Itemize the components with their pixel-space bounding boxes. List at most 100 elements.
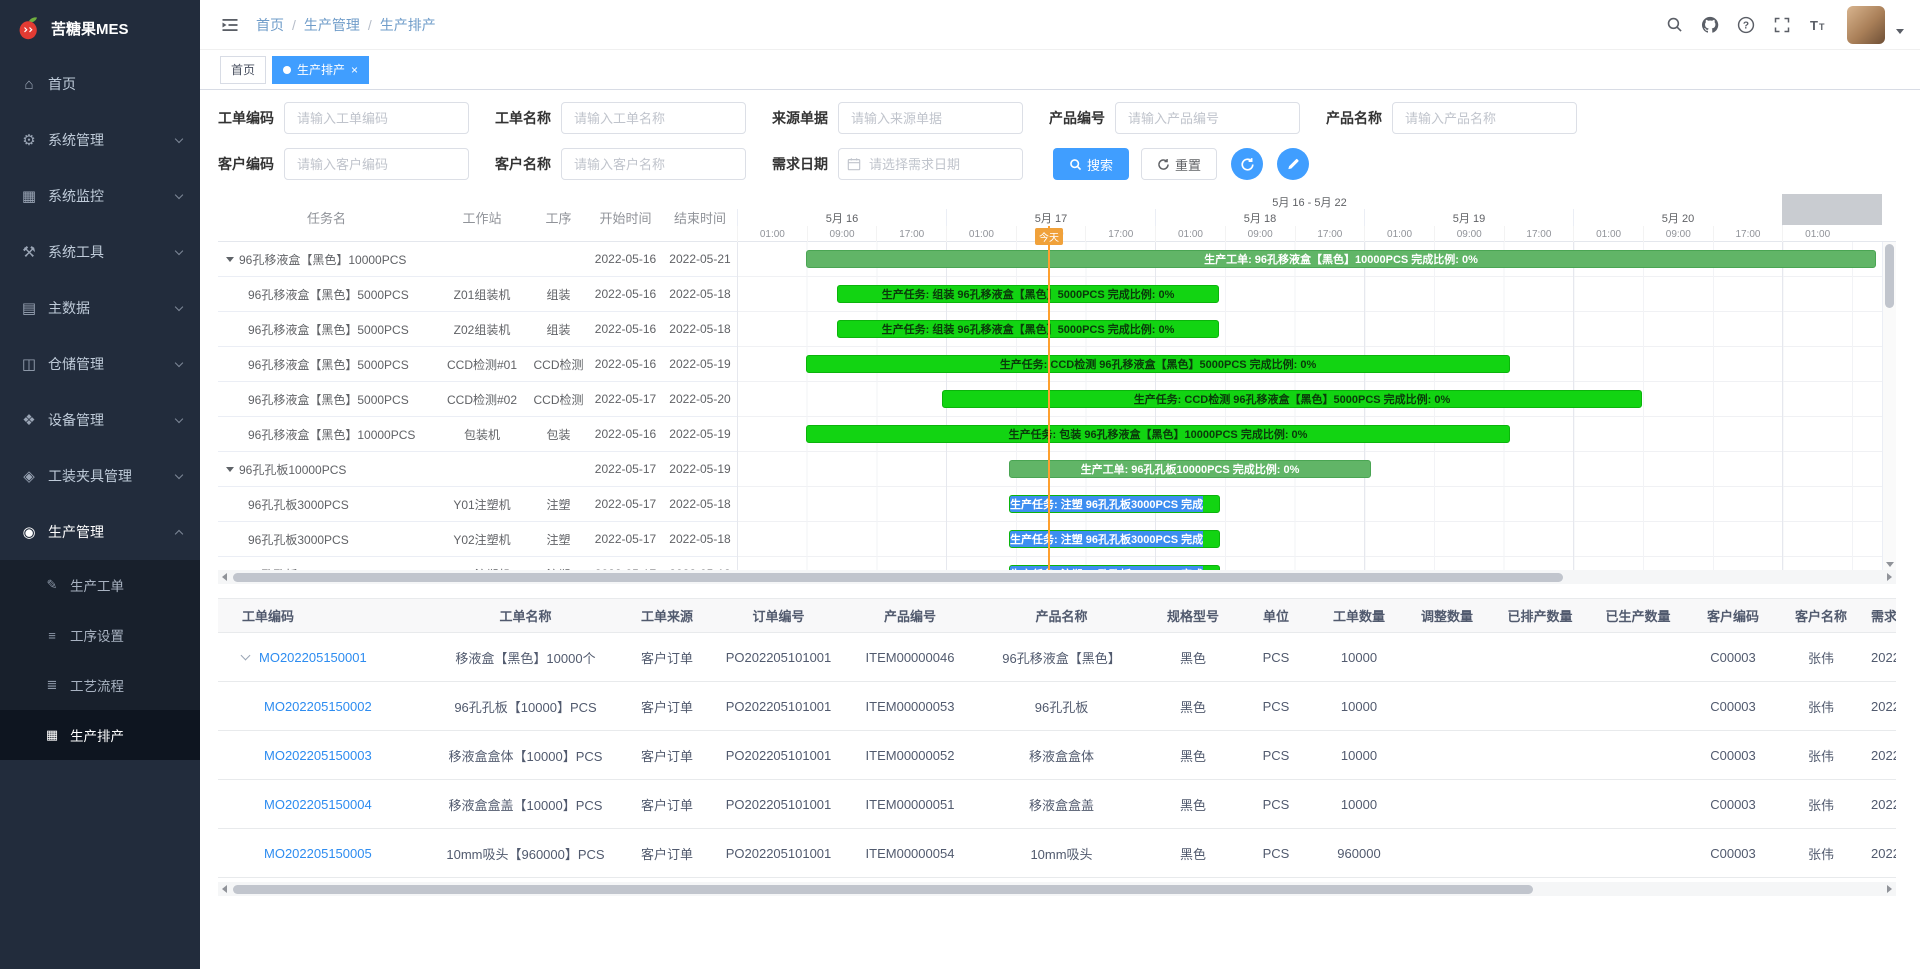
gantt-bar-order[interactable]: 生产工单: 96孔孔板10000PCS 完成比例: 0% (1009, 460, 1371, 478)
breadcrumb-item-1[interactable]: 生产管理 (304, 15, 360, 35)
gantt-row[interactable]: 96孔移液盒【黑色】5000PCSZ02组装机组装2022-05-162022-… (218, 312, 737, 347)
task-name-text: 96孔移液盒【黑色】10000PCS (239, 251, 406, 268)
gantt-bar-task[interactable]: 生产任务: CCD检测 96孔移液盒【黑色】5000PCS 完成比例: 0% (942, 390, 1642, 408)
expand-triangle-icon[interactable] (226, 467, 234, 472)
scroll-right-icon[interactable] (1887, 885, 1892, 893)
tab-0[interactable]: 首页 (220, 56, 266, 84)
sidebar-item-0[interactable]: ⌂首页 (0, 56, 200, 112)
svg-text:T: T (1810, 18, 1818, 33)
gantt-column-header: 工作站 (435, 194, 529, 241)
task-name-text: 96孔孔板10000PCS (239, 461, 346, 478)
scroll-left-icon[interactable] (222, 885, 227, 893)
sidebar-item-7[interactable]: ◈工装夹具管理 (0, 448, 200, 504)
gantt-horizontal-scrollbar[interactable] (218, 570, 1896, 584)
refresh-circle-button[interactable] (1231, 148, 1263, 180)
text-input[interactable] (284, 148, 469, 180)
gantt-scroll-thumb[interactable] (233, 573, 1563, 582)
order-produced-cell (1589, 633, 1687, 682)
order-code-link[interactable]: MO202205150004 (264, 797, 372, 812)
order-code-link[interactable]: MO202205150005 (264, 846, 372, 861)
gantt-vertical-scrollbar[interactable] (1882, 242, 1896, 570)
order-code-link[interactable]: MO202205150002 (264, 699, 372, 714)
text-input[interactable] (838, 102, 1023, 134)
gantt-column-header: 开始时间 (588, 194, 663, 241)
gantt-column-header: 任务名 (218, 194, 435, 241)
sidebar-item-label: 首页 (48, 74, 182, 94)
scroll-down-icon[interactable] (1886, 562, 1894, 567)
edit-circle-button[interactable] (1277, 148, 1309, 180)
order-produced-cell (1589, 780, 1687, 829)
github-icon[interactable] (1695, 10, 1725, 40)
gantt-row[interactable]: 96孔孔板3000PCSY01注塑机注塑2022-05-172022-05-18 (218, 487, 737, 522)
tab-close-icon[interactable]: × (351, 64, 358, 76)
sidebar-item-5[interactable]: ◫仓储管理 (0, 336, 200, 392)
sidebar-subitem-0[interactable]: ✎生产工单 (0, 560, 200, 610)
sidebar-item-1[interactable]: ⚙系统管理 (0, 112, 200, 168)
logo[interactable]: 苦糖果MES (0, 0, 200, 56)
gantt-row[interactable]: 96孔孔板3000PCSY02注塑机注塑2022-05-172022-05-18 (218, 522, 737, 557)
timeline-hour-label: 01:00 (1364, 226, 1434, 242)
reset-button[interactable]: 重置 (1141, 148, 1217, 180)
orders-horizontal-scrollbar[interactable] (218, 882, 1896, 896)
scroll-left-icon[interactable] (222, 573, 227, 581)
text-input[interactable] (284, 102, 469, 134)
gantt-bar-task[interactable]: 生产任务: CCD检测 96孔移液盒【黑色】5000PCS 完成比例: 0% (806, 355, 1510, 373)
font-size-icon[interactable]: TT (1803, 10, 1833, 40)
date-input[interactable] (838, 148, 1023, 180)
gantt-task-name: 96孔移液盒【黑色】10000PCS (218, 426, 435, 443)
gantt-bar-order[interactable]: 生产工单: 96孔移液盒【黑色】10000PCS 完成比例: 0% (806, 250, 1876, 268)
gantt-task-name: 96孔移液盒【黑色】5000PCS (218, 391, 435, 408)
breadcrumb-item-2[interactable]: 生产排产 (380, 15, 436, 35)
orders-scroll-thumb[interactable] (233, 885, 1533, 894)
sidebar-item-3[interactable]: ⚒系统工具 (0, 224, 200, 280)
gantt-row[interactable]: 96孔移液盒【黑色】10000PCS包装机包装2022-05-162022-05… (218, 417, 737, 452)
gantt-bar-task[interactable]: 生产任务: 包装 96孔移液盒【黑色】10000PCS 完成比例: 0% (806, 425, 1510, 443)
breadcrumb-item-0[interactable]: 首页 (256, 15, 284, 35)
gantt-bar-task[interactable]: 生产任务: 注塑 96孔孔板3000PCS 完成 (1009, 530, 1220, 548)
order-customer_code-cell: C00003 (1687, 829, 1779, 878)
sidebar-item-6[interactable]: ❖设备管理 (0, 392, 200, 448)
search-icon[interactable] (1659, 10, 1689, 40)
gantt-row[interactable]: 96孔移液盒【黑色】5000PCSCCD检测#01CCD检测2022-05-16… (218, 347, 737, 382)
order-spec-cell: 黑色 (1149, 780, 1237, 829)
avatar[interactable] (1847, 6, 1885, 44)
order-code-link[interactable]: MO202205150003 (264, 748, 372, 763)
gantt-vscroll-thumb[interactable] (1885, 244, 1894, 308)
text-input[interactable] (1115, 102, 1300, 134)
sidebar-subitem-2[interactable]: ≣工艺流程 (0, 660, 200, 710)
gantt-row[interactable]: 96孔孔板3000PCSY03注塑机注塑2022-05-172022-05-18 (218, 557, 737, 570)
text-input[interactable] (1392, 102, 1577, 134)
text-input[interactable] (561, 102, 746, 134)
sidebar-item-8[interactable]: ◉生产管理 (0, 504, 200, 560)
gantt-bar-task[interactable]: 生产任务: 组装 96孔移液盒【黑色】5000PCS 完成比例: 0% (837, 320, 1219, 338)
gantt-row[interactable]: 96孔移液盒【黑色】5000PCSCCD检测#02CCD检测2022-05-17… (218, 382, 737, 417)
sidebar-item-4[interactable]: ▤主数据 (0, 280, 200, 336)
gantt-bar-task[interactable]: 生产任务: 组装 96孔移液盒【黑色】5000PCS 完成比例: 0% (837, 285, 1219, 303)
text-input[interactable] (561, 148, 746, 180)
help-icon[interactable]: ? (1731, 10, 1761, 40)
gantt-row[interactable]: 96孔孔板10000PCS2022-05-172022-05-19 (218, 452, 737, 487)
order-item-cell: ITEM00000046 (846, 633, 974, 682)
row-expand-chevron-icon[interactable] (241, 650, 251, 660)
process-setting-icon: ≡ (42, 628, 62, 643)
avatar-caret-down-icon[interactable] (1896, 29, 1904, 34)
gantt-bar-task[interactable]: 生产任务: 注塑 96孔孔板3000PCS 完成 (1009, 495, 1220, 513)
sidebar-fold-icon[interactable] (216, 11, 244, 39)
sidebar-item-2[interactable]: ▦系统监控 (0, 168, 200, 224)
task-name-text: 96孔移液盒【黑色】5000PCS (248, 286, 409, 303)
gantt-row[interactable]: 96孔移液盒【黑色】10000PCS2022-05-162022-05-21 (218, 242, 737, 277)
sidebar-item-label: 主数据 (48, 298, 176, 318)
sidebar-subitem-3[interactable]: ▦生产排产 (0, 710, 200, 760)
sidebar-subitem-1[interactable]: ≡工序设置 (0, 610, 200, 660)
order-code-link[interactable]: MO202205150001 (259, 650, 367, 665)
order-spec-cell: 黑色 (1149, 829, 1237, 878)
gantt-row[interactable]: 96孔移液盒【黑色】5000PCSZ01组装机组装2022-05-162022-… (218, 277, 737, 312)
scroll-right-icon[interactable] (1887, 573, 1892, 581)
tab-1[interactable]: 生产排产× (272, 56, 369, 84)
search-button[interactable]: 搜索 (1053, 148, 1129, 180)
fullscreen-icon[interactable] (1767, 10, 1797, 40)
expand-triangle-icon[interactable] (226, 257, 234, 262)
filter-field-row2-2: 需求日期 (772, 148, 1023, 180)
gantt-start-cell: 2022-05-17 (588, 462, 663, 476)
task-name-text: 96孔孔板3000PCS (248, 531, 349, 548)
